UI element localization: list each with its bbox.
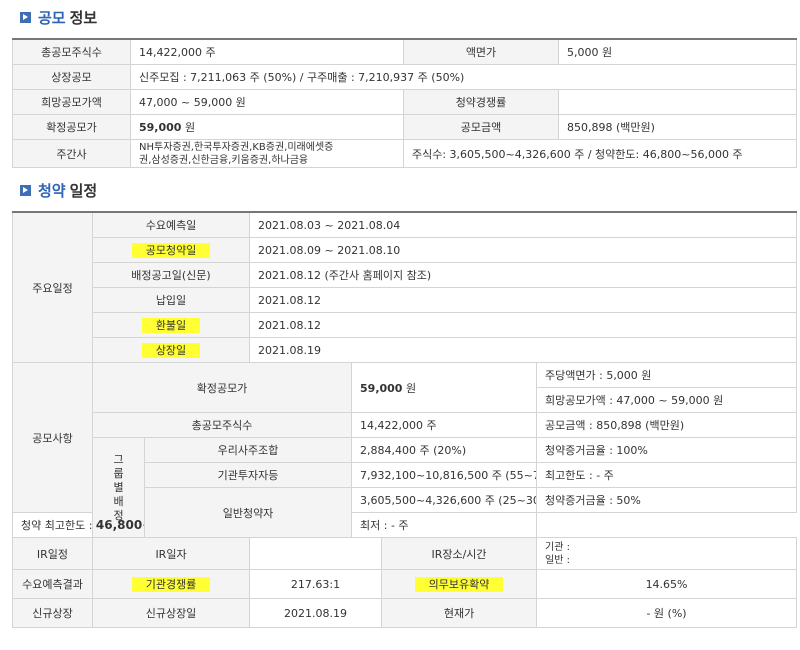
section-title-a: 공모: [38, 8, 66, 27]
schedule-label: 상장일: [91, 337, 251, 363]
ir-gen-line: 일반 :: [545, 554, 570, 566]
ir-place-label: IR장소/시간: [381, 537, 538, 570]
offering-label: 공모사항: [12, 362, 93, 513]
section-title-b: 일정: [69, 181, 98, 200]
schedule-label: 납입일: [91, 287, 251, 313]
highlight-lockup: 의무보유확약: [414, 577, 504, 592]
general-label: 일반청약자: [143, 487, 353, 538]
schedule-label: 수요예측일: [91, 211, 251, 238]
final-price-cell: 59,000 원: [351, 362, 538, 413]
new-listing-date-label: 신규상장일: [91, 598, 251, 628]
total-shares-value: 14,422,000 주: [351, 412, 538, 438]
total-shares-value: 14,422,000 주: [130, 38, 404, 65]
underwriter-list: NH투자증권,한국투자증권,KB증권,미래에셋증 권,삼성증권,신한금융,키움증…: [130, 139, 404, 168]
ir-place-value: 기관 : 일반 :: [536, 537, 798, 570]
general-max-value: 46,800~56,000: [95, 518, 144, 532]
hope-price-value: 47,000 ~ 59,000 원: [130, 89, 404, 115]
par-label: 액면가: [403, 38, 559, 65]
general-note: 청약증거금율 : 50%: [536, 487, 798, 513]
employee-label: 우리사주조합: [143, 437, 353, 463]
general-max-label: 청약 최고한도 :: [21, 519, 93, 532]
schedule-value: 2021.08.09 ~ 2021.08.10: [249, 237, 798, 263]
main-schedule-label: 주요일정: [12, 211, 93, 363]
new-listing-label: 신규상장: [12, 598, 93, 628]
current-price-value: - 원 (%): [536, 598, 798, 628]
general-value: 3,605,500~4,326,600 주 (25~30%): [351, 487, 538, 513]
institution-competition-label: 기관경쟁률: [91, 569, 251, 599]
competition-value: [558, 89, 797, 115]
amount-line: 공모금액 : 850,898 (백만원): [536, 412, 798, 438]
general-min-note: 최저 : - 주: [351, 512, 538, 538]
total-shares-label: 총공모주식수: [91, 412, 353, 438]
institution-competition-value: 217.63:1: [249, 569, 383, 599]
subscription-schedule-table: 주요일정 수요예측일 2021.08.03 ~ 2021.08.04 공모청약일…: [12, 211, 798, 628]
schedule-label: 공모청약일: [91, 237, 251, 263]
section-title-info: 공모 정보: [20, 7, 97, 27]
highlight-refund-date: 환불일: [141, 318, 201, 333]
ir-inst-line: 기관 :: [545, 541, 570, 553]
ir-date-value: [249, 537, 383, 570]
underwriter-line2: 권,삼성증권,신한금융,키움증권,하나금융: [139, 154, 309, 166]
hope-line: 희망공모가액 : 47,000 ~ 59,000 원: [536, 387, 798, 413]
amount-value: 850,898 (백만원): [558, 114, 797, 140]
employee-note: 청약증거금율 : 100%: [536, 437, 798, 463]
lockup-label: 의무보유확약: [381, 569, 538, 599]
amount-label: 공모금액: [403, 114, 559, 140]
ir-label: IR일정: [12, 537, 93, 570]
institution-note: 최고한도 : - 주: [536, 462, 798, 488]
bullet-arrow-icon: [20, 184, 31, 196]
par-line: 주당액면가 : 5,000 원: [536, 362, 798, 388]
final-price-unit: 원: [184, 121, 196, 134]
final-price-unit: 원: [405, 381, 417, 395]
final-price-value: 59,000: [360, 381, 403, 395]
institution-label: 기관투자자등: [143, 462, 353, 488]
underwriter-line1: NH투자증권,한국투자증권,KB증권,미래에셋증: [139, 141, 334, 153]
listing-value: 신주모집 : 7,211,063 주 (50%) / 구주매출 : 7,210,…: [130, 64, 797, 90]
total-shares-label: 총공모주식수: [12, 38, 131, 65]
new-listing-date-value: 2021.08.19: [249, 598, 383, 628]
highlight-institution-competition: 기관경쟁률: [131, 577, 211, 592]
final-price-cell: 59,000 원: [130, 114, 404, 140]
lockup-value: 14.65%: [536, 569, 798, 599]
highlight-subscription-date: 공모청약일: [131, 243, 211, 258]
listing-label: 상장공모: [12, 64, 131, 90]
final-price-label: 확정공모가: [12, 114, 131, 140]
competition-label: 청약경쟁률: [403, 89, 559, 115]
underwriter-detail: 주식수: 3,605,500~4,326,600 주 / 청약한도: 46,80…: [403, 139, 797, 168]
ir-date-label: IR일자: [91, 537, 251, 570]
schedule-label: 배정공고일(신문): [91, 262, 251, 288]
schedule-label: 환불일: [91, 312, 251, 338]
bullet-arrow-icon: [20, 11, 31, 23]
par-value: 5,000 원: [558, 38, 797, 65]
schedule-value: 2021.08.12 (주간사 홈페이지 참조): [249, 262, 798, 288]
schedule-value: 2021.08.03 ~ 2021.08.04: [249, 211, 798, 238]
section-title-schedule: 청약 일정: [20, 180, 97, 200]
final-price-label: 확정공모가: [91, 362, 353, 413]
offering-info-table: 총공모주식수 14,422,000 주 액면가 5,000 원 상장공모 신주모…: [12, 38, 797, 168]
employee-value: 2,884,400 주 (20%): [351, 437, 538, 463]
section-title-b: 정보: [69, 8, 98, 27]
section-title-a: 청약: [38, 181, 66, 200]
schedule-value: 2021.08.12: [249, 312, 798, 338]
final-price-value: 59,000: [139, 121, 182, 134]
schedule-value: 2021.08.19: [249, 337, 798, 363]
group-allocation-text: 그룹별배정: [113, 452, 124, 522]
underwriter-label: 주간사: [12, 139, 131, 168]
general-max-cell: 청약 최고한도 : 46,800~56,000 주: [12, 512, 145, 538]
schedule-value: 2021.08.12: [249, 287, 798, 313]
highlight-listing-date: 상장일: [141, 343, 201, 358]
hope-price-label: 희망공모가액: [12, 89, 131, 115]
current-price-label: 현재가: [381, 598, 538, 628]
demand-label: 수요예측결과: [12, 569, 93, 599]
institution-value: 7,932,100~10,816,500 주 (55~75%): [351, 462, 538, 488]
